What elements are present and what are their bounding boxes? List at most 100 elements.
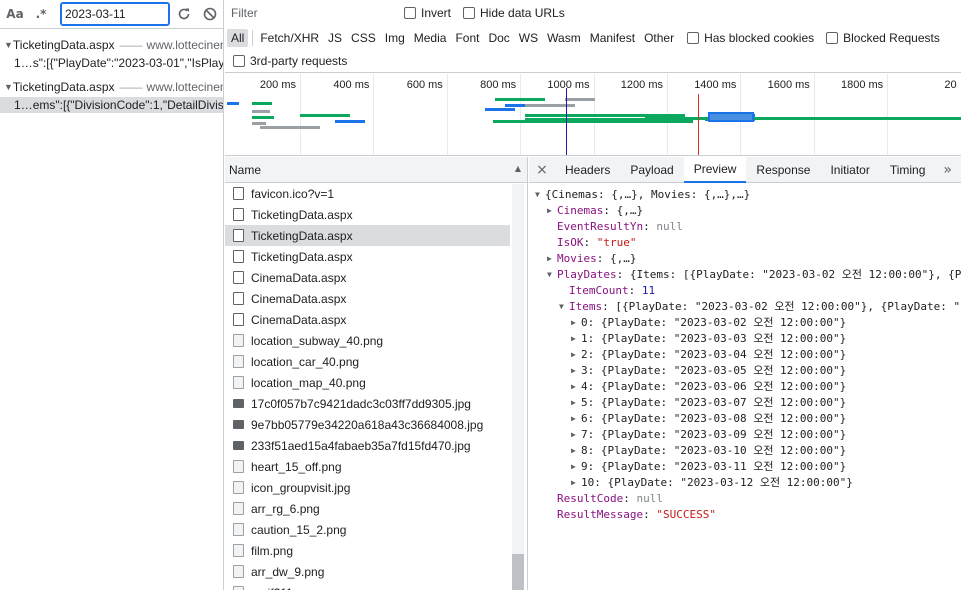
request-row[interactable]: TicketingData.aspx bbox=[225, 246, 510, 267]
json-row-item[interactable]: ▶ 2: {PlayDate: "2023-03-04 오전 12:00:00"} bbox=[529, 347, 961, 363]
document-icon bbox=[233, 229, 244, 242]
collapsed-triangle-icon[interactable]: ▶ bbox=[571, 379, 581, 395]
request-row[interactable]: CinemaData.aspx bbox=[225, 309, 510, 330]
collapsed-triangle-icon[interactable]: ▶ bbox=[571, 411, 581, 427]
search-result-file[interactable]: ▼TicketingData.aspx ——www.lottecinema.co.… bbox=[0, 37, 223, 53]
expanded-triangle-icon[interactable]: ▼ bbox=[4, 82, 13, 92]
request-row[interactable]: TicketingData.aspx bbox=[225, 204, 510, 225]
json-row-items[interactable]: ▼ Items: [{PlayDate: "2023-03-02 오전 12:00… bbox=[529, 299, 961, 315]
name-column-header[interactable]: Name ▲ bbox=[225, 157, 527, 183]
request-list-scroll-thumb[interactable] bbox=[512, 554, 524, 590]
regex-button[interactable]: .* bbox=[30, 4, 52, 24]
tab-timing[interactable]: Timing bbox=[880, 157, 936, 183]
more-tabs-icon[interactable]: » bbox=[935, 162, 952, 178]
network-overview-timeline[interactable]: 200 ms 400 ms 600 ms 800 ms 1000 ms 1200 ms 14… bbox=[225, 74, 961, 156]
invert-checkbox-box[interactable] bbox=[404, 7, 416, 19]
json-row-item[interactable]: ▶ 10: {PlayDate: "2023-03-12 오전 12:00:00"… bbox=[529, 475, 961, 491]
expanded-triangle-icon[interactable]: ▼ bbox=[559, 299, 569, 315]
request-row[interactable]: film.png bbox=[225, 540, 510, 561]
request-row[interactable]: arr_rg_6.png bbox=[225, 498, 510, 519]
collapsed-triangle-icon[interactable]: ▶ bbox=[571, 459, 581, 475]
json-row-playdates[interactable]: ▼ PlayDates: {Items: [{PlayDate: "2023-03… bbox=[529, 267, 961, 283]
collapsed-triangle-icon[interactable]: ▶ bbox=[571, 427, 581, 443]
request-row[interactable]: favicon.ico?v=1 bbox=[225, 183, 510, 204]
search-result-file[interactable]: ▼TicketingData.aspx ——www.lottecinema.co.… bbox=[0, 79, 223, 95]
blocked-requests-checkbox[interactable]: Blocked Requests bbox=[826, 31, 940, 45]
close-detail-icon[interactable]: × bbox=[529, 162, 555, 178]
request-row[interactable]: 17c0f057b7c9421dadc3c03ff7dd9305.jpg bbox=[225, 393, 510, 414]
tab-payload[interactable]: Payload bbox=[620, 157, 683, 183]
type-filter-media[interactable]: Media bbox=[410, 29, 451, 47]
type-filter-fetch-xhr[interactable]: Fetch/XHR bbox=[256, 29, 323, 47]
json-row-item[interactable]: ▶ 8: {PlayDate: "2023-03-10 오전 12:00:00"} bbox=[529, 443, 961, 459]
json-row-cinemas[interactable]: ▶ Cinemas: {,…} bbox=[529, 203, 961, 219]
json-row-item[interactable]: ▶ 4: {PlayDate: "2023-03-06 오전 12:00:00"} bbox=[529, 379, 961, 395]
type-filter-ws[interactable]: WS bbox=[515, 29, 542, 47]
type-filter-manifest[interactable]: Manifest bbox=[586, 29, 639, 47]
request-row[interactable]: TicketingData.aspx bbox=[225, 225, 510, 246]
type-filter-js[interactable]: JS bbox=[324, 29, 346, 47]
hide-data-urls-checkbox[interactable]: Hide data URLs bbox=[463, 6, 565, 20]
collapsed-triangle-icon[interactable]: ▶ bbox=[571, 347, 581, 363]
collapsed-triangle-icon[interactable]: ▶ bbox=[571, 315, 581, 331]
clear-search-button[interactable] bbox=[200, 4, 220, 24]
type-filter-img[interactable]: Img bbox=[381, 29, 409, 47]
expanded-triangle-icon[interactable]: ▼ bbox=[4, 40, 13, 50]
request-row[interactable]: location_car_40.png bbox=[225, 351, 510, 372]
search-input[interactable] bbox=[60, 2, 170, 26]
json-row-item[interactable]: ▶ 7: {PlayDate: "2023-03-09 오전 12:00:00"} bbox=[529, 427, 961, 443]
expanded-triangle-icon[interactable]: ▼ bbox=[535, 187, 545, 203]
invert-checkbox[interactable]: Invert bbox=[404, 6, 451, 20]
sort-ascending-icon: ▲ bbox=[514, 164, 521, 173]
search-result-match[interactable]: 1…s":[{"PlayDate":"2023-03-01","IsPlayDa… bbox=[0, 55, 223, 71]
request-row[interactable]: arr_dw_9.png bbox=[225, 561, 510, 582]
collapsed-triangle-icon[interactable]: ▶ bbox=[547, 203, 557, 219]
json-row-item[interactable]: ▶ 6: {PlayDate: "2023-03-08 오전 12:00:00"} bbox=[529, 411, 961, 427]
request-row[interactable]: icon_groupvisit.jpg bbox=[225, 477, 510, 498]
json-row-item[interactable]: ▶ 0: {PlayDate: "2023-03-02 오전 12:00:00"} bbox=[529, 315, 961, 331]
request-list-scrollbar[interactable] bbox=[512, 184, 524, 590]
request-row[interactable]: 233f51aed15a4fabaeb35a7fd15fd470.jpg bbox=[225, 435, 510, 456]
tab-response[interactable]: Response bbox=[746, 157, 820, 183]
collapsed-triangle-icon[interactable]: ▶ bbox=[571, 443, 581, 459]
collapsed-triangle-icon[interactable]: ▶ bbox=[571, 331, 581, 347]
request-row[interactable]: CinemaData.aspx bbox=[225, 267, 510, 288]
collapsed-triangle-icon[interactable]: ▶ bbox=[571, 363, 581, 379]
filter-input[interactable] bbox=[229, 4, 391, 22]
type-filter-doc[interactable]: Doc bbox=[484, 29, 513, 47]
tab-initiator[interactable]: Initiator bbox=[820, 157, 879, 183]
refresh-search-button[interactable] bbox=[174, 4, 194, 24]
has-blocked-cookies-box[interactable] bbox=[687, 32, 700, 44]
collapsed-triangle-icon[interactable]: ▶ bbox=[547, 251, 557, 267]
expanded-triangle-icon[interactable]: ▼ bbox=[547, 267, 557, 283]
type-filter-all[interactable]: All bbox=[227, 29, 249, 47]
third-party-checkbox[interactable]: 3rd-party requests bbox=[233, 54, 347, 68]
json-row-item[interactable]: ▶ 9: {PlayDate: "2023-03-11 오전 12:00:00"} bbox=[529, 459, 961, 475]
json-row-item[interactable]: ▶ 5: {PlayDate: "2023-03-07 오전 12:00:00"} bbox=[529, 395, 961, 411]
request-row[interactable]: caution_15_2.png bbox=[225, 519, 510, 540]
request-row[interactable]: 9e7bb05779e34220a618a43c36684008.jpg bbox=[225, 414, 510, 435]
json-root-row[interactable]: ▼ {Cinemas: {,…}, Movies: {,…},…} bbox=[529, 187, 961, 203]
type-filter-font[interactable]: Font bbox=[451, 29, 483, 47]
third-party-box[interactable] bbox=[233, 55, 245, 67]
hide-data-urls-checkbox-box[interactable] bbox=[463, 7, 476, 19]
blocked-requests-box[interactable] bbox=[826, 32, 839, 44]
tab-headers[interactable]: Headers bbox=[555, 157, 620, 183]
json-row-movies[interactable]: ▶ Movies: {,…} bbox=[529, 251, 961, 267]
request-row[interactable]: heart_15_off.png bbox=[225, 456, 510, 477]
collapsed-triangle-icon[interactable]: ▶ bbox=[571, 395, 581, 411]
search-result-match[interactable]: 1…ems":[{"DivisionCode":1,"DetailDivisio… bbox=[0, 97, 223, 113]
type-filter-css[interactable]: CSS bbox=[347, 29, 380, 47]
collapsed-triangle-icon[interactable]: ▶ bbox=[571, 475, 581, 491]
request-row[interactable]: location_subway_40.png bbox=[225, 330, 510, 351]
request-row[interactable]: ...gif?11 bbox=[225, 582, 510, 590]
has-blocked-cookies-checkbox[interactable]: Has blocked cookies bbox=[687, 31, 814, 45]
type-filter-wasm[interactable]: Wasm bbox=[543, 29, 585, 47]
type-filter-other[interactable]: Other bbox=[640, 29, 678, 47]
match-case-button[interactable]: Aa bbox=[4, 4, 26, 24]
request-row[interactable]: location_map_40.png bbox=[225, 372, 510, 393]
tab-preview[interactable]: Preview bbox=[683, 157, 747, 183]
json-row-item[interactable]: ▶ 3: {PlayDate: "2023-03-05 오전 12:00:00"} bbox=[529, 363, 961, 379]
json-row-item[interactable]: ▶ 1: {PlayDate: "2023-03-03 오전 12:00:00"} bbox=[529, 331, 961, 347]
request-row[interactable]: CinemaData.aspx bbox=[225, 288, 510, 309]
